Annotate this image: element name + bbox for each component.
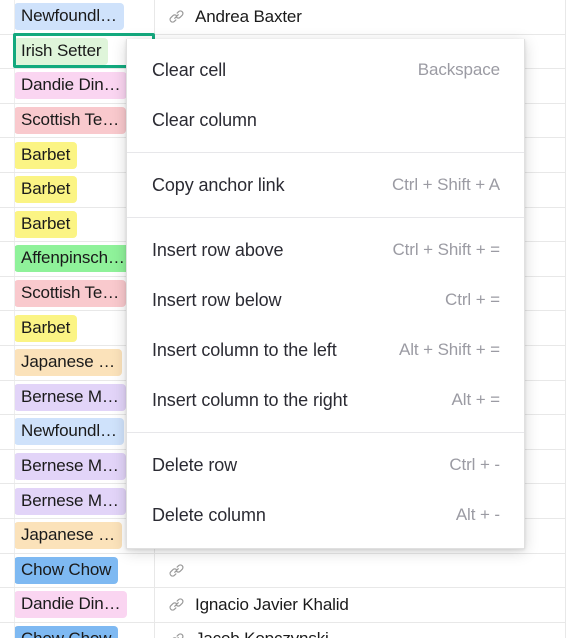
menu-item-label: Delete row (152, 454, 238, 475)
menu-item-insert-column-left[interactable]: Insert column to the left Alt + Shift + = (127, 325, 524, 375)
menu-item-label: Clear column (152, 109, 257, 130)
row-gutter (0, 242, 15, 276)
person-cell[interactable] (155, 553, 566, 588)
link-icon (167, 7, 186, 26)
row-gutter (0, 345, 15, 380)
menu-item-label: Clear cell (152, 59, 227, 80)
breed-tag: Dandie Din… (14, 72, 128, 100)
menu-item-shortcut: Alt + - (455, 505, 500, 524)
breed-tag: Barbet (14, 176, 78, 204)
breed-tag: Scottish Te… (14, 107, 127, 135)
breed-tag: Chow Chow (14, 556, 119, 584)
menu-separator (127, 152, 524, 153)
row-gutter (0, 518, 15, 553)
breed-tag: Chow Chow (14, 625, 119, 638)
row-gutter (0, 172, 15, 207)
menu-item-label: Delete column (152, 504, 266, 525)
menu-item-clear-column[interactable]: Clear column (127, 95, 524, 145)
menu-item-label: Insert column to the left (152, 339, 337, 360)
cell-context-menu[interactable]: Clear cell Backspace Clear column Copy anch… (126, 39, 525, 549)
menu-item-label: Insert row above (152, 239, 284, 260)
row-gutter (0, 69, 15, 103)
menu-item-shortcut: Alt + = (451, 390, 501, 409)
breed-cell[interactable]: Dandie Din… (0, 588, 155, 622)
row-gutter (0, 622, 15, 638)
row-gutter (0, 0, 15, 34)
breed-tag: Dandie Din… (14, 591, 128, 619)
row-gutter (0, 484, 15, 518)
row-gutter (0, 276, 15, 311)
row-gutter (0, 34, 15, 69)
person-name: Jacob Kopczynski (195, 628, 329, 638)
person-cell[interactable]: Andrea Baxter (155, 0, 566, 34)
breed-cell[interactable]: Chow Chow (0, 622, 155, 638)
menu-item-delete-row[interactable]: Delete row Ctrl + - (127, 440, 524, 490)
breed-tag: Bernese M… (14, 487, 126, 515)
breed-tag: Bernese M… (14, 383, 126, 411)
row-gutter (0, 449, 15, 484)
breed-tag: Barbet (14, 210, 78, 238)
row-gutter (0, 207, 15, 242)
breed-tag: Newfoundl… (14, 418, 124, 446)
breed-tag: Barbet (14, 314, 78, 342)
menu-item-label: Insert row below (152, 289, 282, 310)
menu-item-shortcut: Backspace (417, 60, 500, 79)
row-gutter (0, 588, 15, 622)
row-gutter (0, 138, 15, 172)
breed-tag: Bernese M… (14, 453, 126, 481)
menu-item-insert-row-below[interactable]: Insert row below Ctrl + = (127, 275, 524, 325)
menu-item-shortcut: Ctrl + Shift + = (392, 240, 500, 259)
menu-item-clear-cell[interactable]: Clear cell Backspace (127, 45, 524, 95)
table-row[interactable]: Chow Chow Jacob Kopczynski (0, 622, 566, 638)
breed-tag: Affenpinsch… (14, 245, 132, 273)
menu-item-label: Copy anchor link (152, 174, 285, 195)
row-gutter (0, 103, 15, 138)
menu-separator (127, 217, 524, 218)
row-gutter (0, 311, 15, 345)
menu-item-insert-column-right[interactable]: Insert column to the right Alt + = (127, 375, 524, 425)
person-cell[interactable]: Ignacio Javier Khalid (155, 588, 566, 622)
breed-tag: Irish Setter (14, 37, 109, 65)
person-name: Andrea Baxter (195, 6, 302, 26)
menu-item-insert-row-above[interactable]: Insert row above Ctrl + Shift + = (127, 225, 524, 275)
menu-item-shortcut: Ctrl + Shift + A (391, 175, 500, 194)
breed-tag: Barbet (14, 141, 78, 169)
menu-separator (127, 432, 524, 433)
table-row[interactable]: Newfoundl… Andrea Baxter (0, 0, 566, 35)
menu-item-copy-anchor-link[interactable]: Copy anchor link Ctrl + Shift + A (127, 160, 524, 210)
breed-cell[interactable]: Newfoundl… (0, 0, 155, 34)
menu-item-label: Insert column to the right (152, 389, 348, 410)
person-cell[interactable]: Jacob Kopczynski (155, 622, 566, 638)
menu-item-delete-column[interactable]: Delete column Alt + - (127, 490, 524, 540)
menu-item-shortcut: Alt + Shift + = (398, 340, 500, 359)
row-gutter (0, 415, 15, 449)
breed-tag: Japanese … (14, 349, 122, 377)
menu-item-shortcut: Ctrl + = (445, 290, 500, 309)
table-row[interactable]: Chow Chow (0, 553, 566, 589)
breed-cell[interactable]: Chow Chow (0, 553, 155, 588)
row-gutter (0, 553, 15, 588)
breed-tag: Newfoundl… (14, 3, 124, 31)
link-icon (167, 561, 186, 580)
row-gutter (0, 380, 15, 415)
breed-tag: Scottish Te… (14, 280, 127, 308)
link-icon (167, 630, 186, 638)
table-row[interactable]: Dandie Din… Ignacio Javier Khalid (0, 588, 566, 623)
link-icon (167, 595, 186, 614)
breed-tag: Japanese … (14, 522, 122, 550)
spreadsheet-app: Newfoundl…Andrea BaxterIrish SetterFerna… (0, 0, 566, 638)
menu-item-shortcut: Ctrl + - (449, 455, 500, 474)
person-name: Ignacio Javier Khalid (195, 594, 349, 614)
